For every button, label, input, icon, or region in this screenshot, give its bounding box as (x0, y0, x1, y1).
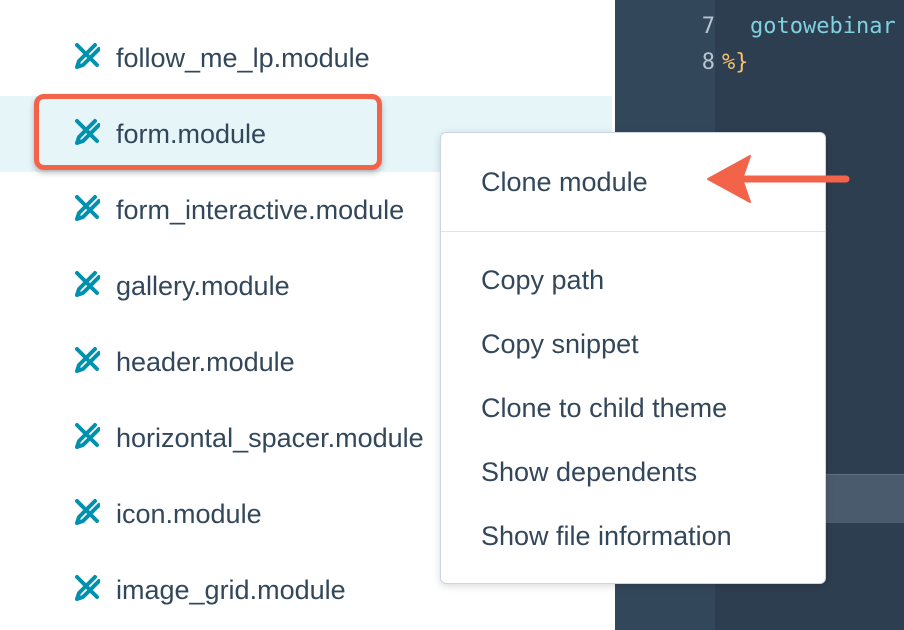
file-item-label: follow_me_lp.module (116, 43, 370, 73)
module-tools-icon (75, 499, 100, 525)
file-item-label: form.module (116, 119, 267, 149)
file-item-label: icon.module (116, 499, 262, 529)
file-item-label: image_grid.module (116, 575, 346, 605)
annotation-arrow-icon (707, 155, 850, 203)
menu-item-show-file-information[interactable]: Show file information (481, 519, 732, 553)
file-item-follow-me-lp[interactable]: follow_me_lp.module (0, 20, 612, 96)
screenshot-root: follow_me_lp.module form.module form_int… (0, 0, 904, 630)
menu-item-copy-snippet[interactable]: Copy snippet (481, 327, 639, 361)
module-tools-icon (75, 347, 100, 373)
file-item-label: header.module (116, 347, 295, 377)
code-line: %} (722, 50, 749, 75)
module-tools-icon (75, 119, 100, 145)
module-tools-icon (75, 43, 100, 69)
line-number: 8 (701, 50, 715, 75)
code-line: gotowebinar (750, 14, 896, 39)
module-tools-icon (75, 271, 100, 297)
line-number: 7 (701, 14, 715, 39)
menu-item-copy-path[interactable]: Copy path (481, 263, 604, 297)
menu-divider (441, 231, 825, 232)
menu-item-clone-to-child-theme[interactable]: Clone to child theme (481, 391, 727, 425)
module-tools-icon (75, 575, 100, 601)
menu-item-show-dependents[interactable]: Show dependents (481, 455, 697, 489)
module-tools-icon (75, 195, 100, 221)
file-item-label: gallery.module (116, 271, 290, 301)
file-item-label: form_interactive.module (116, 195, 405, 225)
file-item-label: horizontal_spacer.module (116, 423, 424, 453)
menu-item-clone-module[interactable]: Clone module (481, 165, 648, 199)
module-tools-icon (75, 423, 100, 449)
